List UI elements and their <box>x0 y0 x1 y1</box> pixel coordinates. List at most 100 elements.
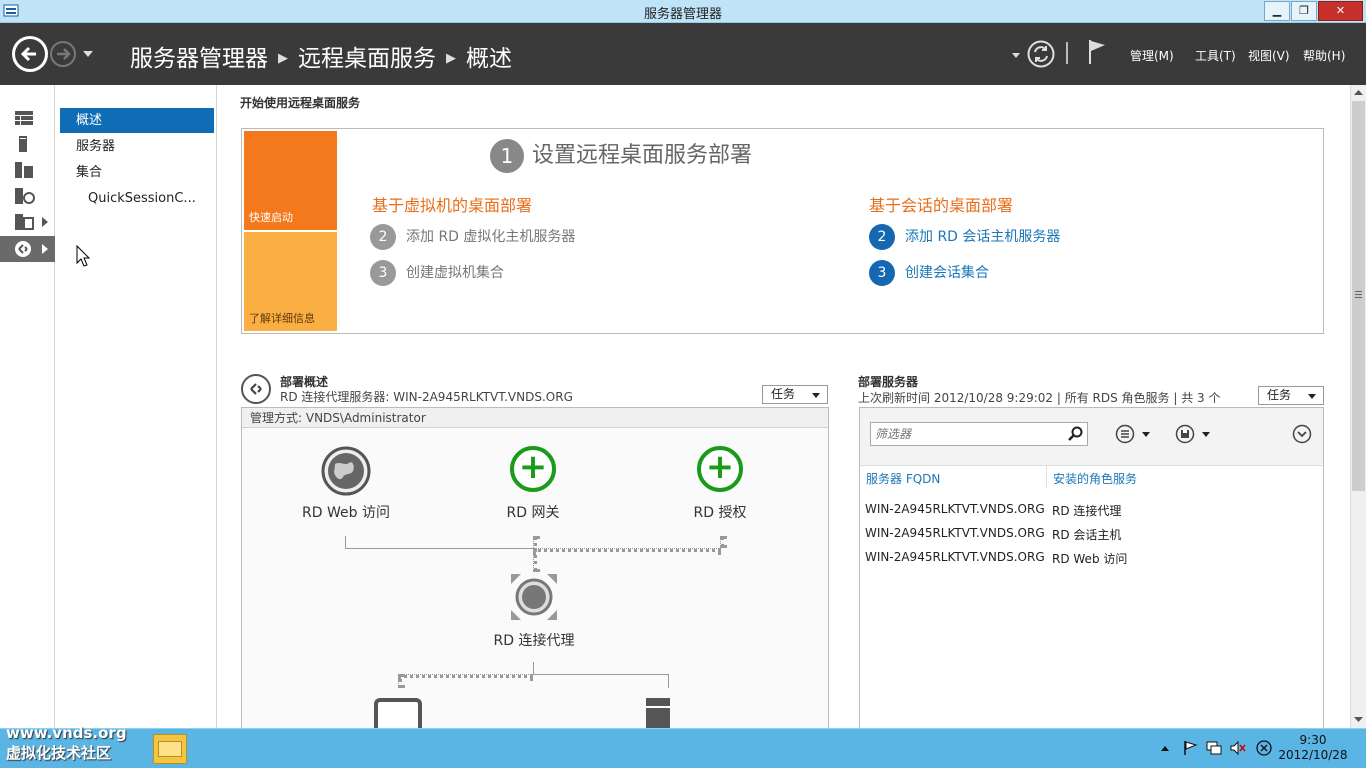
overview-tasks-button[interactable]: 任务 <box>762 385 828 404</box>
chevron-down-icon <box>1308 394 1316 399</box>
volume-muted-icon[interactable] <box>1230 740 1246 756</box>
file-storage-icon <box>15 188 35 204</box>
nav-item-servers[interactable]: 服务器 <box>60 134 214 159</box>
filter-input[interactable] <box>870 422 1088 446</box>
back-button[interactable] <box>12 36 48 72</box>
save-query-icon[interactable] <box>1175 424 1195 444</box>
rail-local-server[interactable] <box>0 131 55 157</box>
learn-more-label: 了解详细信息 <box>249 312 315 325</box>
quick-start-tile[interactable]: 快速启动 <box>244 131 337 230</box>
role-rd-gateway[interactable]: + RD 网关 <box>483 446 583 522</box>
connector-line <box>345 536 346 548</box>
deployment-servers-title: 部署服务器 <box>858 375 919 389</box>
chevron-down-icon[interactable] <box>1141 431 1151 438</box>
vm-step-3: 3 创建虚拟机集合 <box>370 260 504 286</box>
history-dropdown-icon[interactable] <box>82 50 94 58</box>
action-center-flag-icon[interactable] <box>1182 740 1198 756</box>
refresh-icon[interactable] <box>1027 40 1055 68</box>
session-step-2-link[interactable]: 2 添加 RD 会话主机服务器 <box>869 224 1060 250</box>
minimize-button[interactable]: ▁ <box>1264 1 1290 21</box>
restore-button[interactable]: ❐ <box>1291 1 1317 21</box>
role-rd-licensing[interactable]: + RD 授权 <box>670 446 770 522</box>
nav-panel: 概述 服务器 集合 QuickSessionC... <box>56 85 217 728</box>
folder-icon <box>158 741 182 757</box>
role-rd-web[interactable]: RD Web 访问 <box>296 446 396 522</box>
table-row[interactable]: WIN-2A945RLKTVT.VNDS.ORG RD Web 访问 <box>860 550 1323 574</box>
close-button[interactable]: ✕ <box>1318 1 1363 21</box>
network-icon[interactable] <box>1206 740 1222 756</box>
table-row[interactable]: WIN-2A945RLKTVT.VNDS.ORG RD 会话主机 <box>860 526 1323 550</box>
list-options-icon[interactable] <box>1115 424 1135 444</box>
menu-help[interactable]: 帮助(H) <box>1303 47 1345 64</box>
expand-panel-icon[interactable] <box>1292 424 1312 444</box>
broker-server-line: RD 连接代理服务器: WIN-2A945RLKTVT.VNDS.ORG <box>280 390 573 404</box>
forward-button[interactable] <box>50 41 76 67</box>
header-bar: 服务器管理器 ▶ 远程桌面服务 ▶ 概述 管理(M) 工具(T) 视图(V) 帮助(H) <box>0 23 1366 85</box>
window-title-bar: 服务器管理器 ▁ ❐ ✕ <box>0 0 1366 23</box>
system-clock[interactable]: 9:30 2012/10/28 <box>1268 733 1358 763</box>
learn-more-tile[interactable]: 了解详细信息 <box>244 232 337 331</box>
role-rd-broker-label: RD 连接代理 <box>493 633 575 649</box>
expand-arrow-icon[interactable] <box>42 244 48 254</box>
rail-iis[interactable] <box>0 209 55 235</box>
dashboard-icon <box>15 111 33 125</box>
back-arrow-icon <box>15 39 45 69</box>
rail-all-servers[interactable] <box>0 157 55 183</box>
expand-arrow-icon[interactable] <box>42 217 48 227</box>
connector-line <box>533 674 668 675</box>
clock-time: 9:30 <box>1299 733 1327 747</box>
cell-role: RD 连接代理 <box>1052 504 1122 518</box>
rail-file-storage[interactable] <box>0 183 55 209</box>
watermark-url: www.vnds.org <box>6 724 127 742</box>
show-hidden-icons-icon[interactable] <box>1160 745 1170 752</box>
quickstart-panel: 快速启动 了解详细信息 1 设置远程桌面服务部署 基于虚拟机的桌面部署 2 添加 R… <box>241 128 1324 334</box>
breadcrumb-remote-desktop[interactable]: 远程桌面服务 <box>298 46 436 72</box>
file-explorer-taskbar-button[interactable] <box>153 734 187 764</box>
add-role-plus-icon: + <box>510 446 556 492</box>
deployment-overview-icon <box>241 374 271 404</box>
window-title: 服务器管理器 <box>643 7 722 22</box>
step-1-number-badge: 1 <box>490 139 524 173</box>
forward-arrow-icon <box>57 48 71 60</box>
refresh-dropdown-icon[interactable] <box>1011 52 1021 59</box>
menu-view[interactable]: 视图(V) <box>1248 47 1290 64</box>
table-row[interactable]: WIN-2A945RLKTVT.VNDS.ORG RD 连接代理 <box>860 502 1323 526</box>
session-step-3-link[interactable]: 3 创建会话集合 <box>869 260 989 286</box>
connector-line <box>533 548 721 552</box>
nav-item-quicksession[interactable]: QuickSessionC... <box>60 186 214 211</box>
breadcrumb-root[interactable]: 服务器管理器 <box>130 46 268 72</box>
scroll-up-icon[interactable] <box>1354 89 1363 95</box>
cell-role: RD Web 访问 <box>1052 552 1128 566</box>
nav-item-collections[interactable]: 集合 <box>60 160 214 185</box>
notifications-flag-icon[interactable] <box>1087 38 1107 66</box>
clock-date: 2012/10/28 <box>1278 748 1348 762</box>
chevron-down-icon <box>812 393 820 398</box>
rail-dashboard[interactable] <box>0 105 55 131</box>
connector-line <box>720 536 724 548</box>
search-icon[interactable] <box>1068 426 1084 442</box>
session-step-3-label: 创建会话集合 <box>905 265 989 281</box>
vm-step-3-label: 创建虚拟机集合 <box>406 265 504 281</box>
connector-line <box>345 548 533 549</box>
connector-line <box>398 674 402 688</box>
managed-by-line: 管理方式: VNDS\Administrator <box>242 408 828 428</box>
servers-tasks-button[interactable]: 任务 <box>1258 386 1324 405</box>
servers-tasks-label: 任务 <box>1267 388 1292 402</box>
menu-manage[interactable]: 管理(M) <box>1130 47 1174 64</box>
chevron-down-icon[interactable] <box>1201 431 1211 438</box>
nav-item-overview[interactable]: 概述 <box>60 108 214 133</box>
menu-tools[interactable]: 工具(T) <box>1195 47 1236 64</box>
vm-step-3-number-badge: 3 <box>370 260 396 286</box>
role-rd-broker[interactable]: RD 连接代理 <box>469 572 599 650</box>
column-header-fqdn[interactable]: 服务器 FQDN <box>866 470 940 487</box>
scrollbar-thumb[interactable] <box>1352 101 1365 491</box>
cell-fqdn: WIN-2A945RLKTVT.VNDS.ORG <box>865 502 1045 516</box>
scroll-down-icon[interactable] <box>1354 717 1363 723</box>
remote-desktop-services-icon <box>15 241 31 257</box>
vertical-scrollbar[interactable] <box>1350 85 1366 728</box>
rail-remote-desktop-services[interactable] <box>0 236 55 262</box>
iis-icon <box>15 214 34 230</box>
quick-start-label: 快速启动 <box>249 211 293 224</box>
step-1-label: 设置远程桌面服务部署 <box>532 143 753 168</box>
column-header-roles[interactable]: 安装的角色服务 <box>1053 470 1137 487</box>
